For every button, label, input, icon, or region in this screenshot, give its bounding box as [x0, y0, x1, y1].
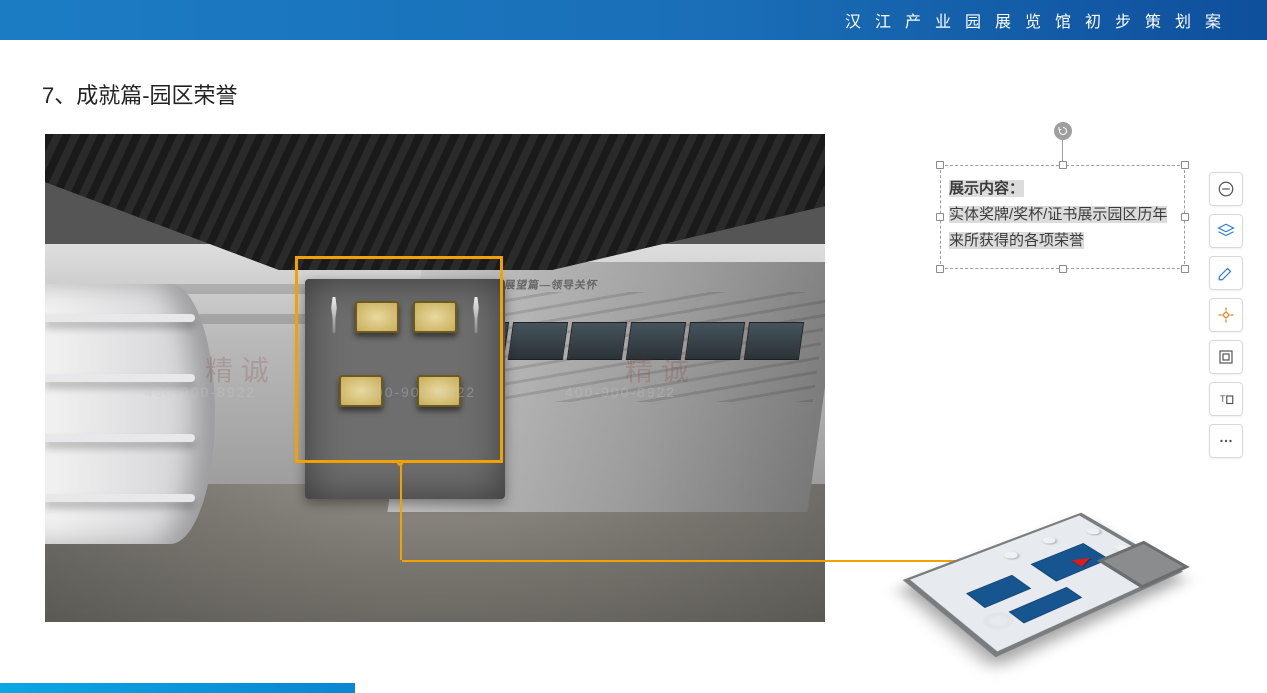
- resize-handle[interactable]: [1181, 161, 1189, 169]
- resize-handle[interactable]: [1059, 265, 1067, 273]
- leader-line-vertical: [400, 463, 402, 560]
- edit-icon[interactable]: [1209, 256, 1243, 290]
- bottom-accent-bar: [0, 683, 355, 693]
- header-title: 汉江产业园展览馆初步策划案: [845, 8, 1235, 32]
- svg-text:T: T: [1220, 394, 1226, 404]
- resize-handle[interactable]: [936, 213, 944, 221]
- frame-icon[interactable]: [1209, 340, 1243, 374]
- content-callout[interactable]: 展示内容： 实体奖牌/奖杯/证书展示园区历年来所获得的各项荣誉: [940, 165, 1185, 269]
- side-toolbar: T: [1209, 172, 1243, 458]
- resize-handle[interactable]: [936, 265, 944, 273]
- award-display-niche: [305, 279, 505, 499]
- header-bar: 汉江产业园展览馆初步策划案: [0, 0, 1267, 40]
- left-curved-shelves: [45, 284, 215, 544]
- position-icon[interactable]: [1209, 298, 1243, 332]
- text-template-icon[interactable]: T: [1209, 382, 1243, 416]
- leader-dot: [397, 460, 403, 466]
- resize-handle[interactable]: [936, 161, 944, 169]
- exhibition-render: 展望篇—领导关怀 精 诚 精 诚 400-900-8922 400-900-89…: [45, 134, 825, 622]
- layers-icon[interactable]: [1209, 214, 1243, 248]
- right-wall-caption: 展望篇—领导关怀: [504, 277, 600, 292]
- floorplan-3d-overview: [899, 475, 1199, 675]
- resize-handle[interactable]: [1181, 213, 1189, 221]
- rotate-handle-icon[interactable]: [1054, 122, 1072, 140]
- callout-title: 展示内容：: [949, 180, 1024, 197]
- section-heading: 7、成就篇-园区荣誉: [42, 78, 238, 110]
- more-icon[interactable]: [1209, 424, 1243, 458]
- resize-handle[interactable]: [1181, 265, 1189, 273]
- resize-handle[interactable]: [1059, 161, 1067, 169]
- collapse-icon[interactable]: [1209, 172, 1243, 206]
- callout-body: 实体奖牌/奖杯/证书展示园区历年来所获得的各项荣誉: [949, 206, 1167, 249]
- slide-page: 汉江产业园展览馆初步策划案 7、成就篇-园区荣誉 展望篇—领导关怀: [0, 0, 1267, 693]
